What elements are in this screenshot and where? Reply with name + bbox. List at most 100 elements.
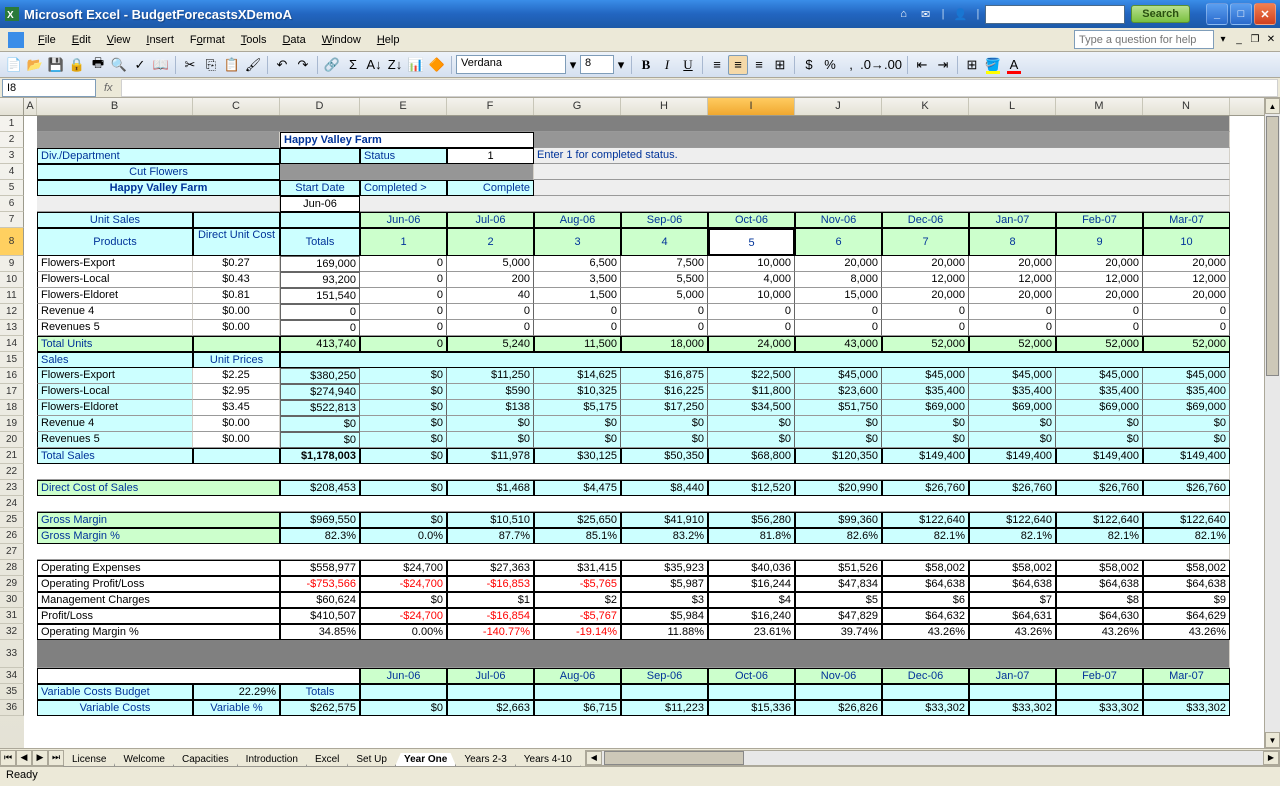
row-header[interactable]: 32: [0, 624, 24, 640]
font-selector[interactable]: Verdana: [456, 55, 566, 74]
cell[interactable]: [882, 684, 969, 700]
row-header[interactable]: 31: [0, 608, 24, 624]
cell[interactable]: 0: [882, 320, 969, 336]
cell[interactable]: [534, 132, 1230, 148]
column-header[interactable]: C: [193, 98, 280, 115]
cell[interactable]: Oct-06: [708, 668, 795, 684]
cell[interactable]: 5,000: [621, 288, 708, 304]
cell[interactable]: $969,550: [280, 512, 360, 528]
research-icon[interactable]: 📖: [151, 55, 171, 75]
cell[interactable]: $0: [795, 432, 882, 448]
cell[interactable]: [795, 684, 882, 700]
cell[interactable]: $8: [1056, 592, 1143, 608]
cell[interactable]: [1056, 684, 1143, 700]
sheet-tab[interactable]: Years 2-3: [455, 753, 515, 767]
cell[interactable]: $6,715: [534, 700, 621, 716]
cell[interactable]: Total Sales: [37, 448, 193, 464]
cell[interactable]: $33,302: [969, 700, 1056, 716]
tab-nav-last-icon[interactable]: ⏭: [48, 750, 64, 766]
scroll-right-icon[interactable]: ▶: [1263, 751, 1279, 765]
align-right-icon[interactable]: ≡: [749, 55, 769, 75]
cell[interactable]: 12,000: [969, 272, 1056, 288]
cell[interactable]: $24,700: [360, 560, 447, 576]
cell[interactable]: $138: [447, 400, 534, 416]
row-header[interactable]: 4: [0, 164, 24, 180]
cell[interactable]: $45,000: [795, 368, 882, 384]
cell[interactable]: $69,000: [882, 400, 969, 416]
cell[interactable]: $149,400: [1056, 448, 1143, 464]
cell[interactable]: Aug-06: [534, 668, 621, 684]
cell[interactable]: 0: [534, 320, 621, 336]
cell[interactable]: $2: [534, 592, 621, 608]
cell[interactable]: [37, 196, 280, 212]
cell[interactable]: $122,640: [882, 512, 969, 528]
cell[interactable]: 0: [795, 304, 882, 320]
cell[interactable]: $64,632: [882, 608, 969, 624]
column-header[interactable]: F: [447, 98, 534, 115]
cell[interactable]: Flowers-Eldoret: [37, 400, 193, 416]
cell[interactable]: [621, 684, 708, 700]
cell[interactable]: [969, 684, 1056, 700]
cell[interactable]: 24,000: [708, 336, 795, 352]
cell[interactable]: Sales: [37, 352, 193, 368]
cell[interactable]: $35,400: [1056, 384, 1143, 400]
row-header[interactable]: 18: [0, 400, 24, 416]
cell[interactable]: $14,625: [534, 368, 621, 384]
cell[interactable]: $60,624: [280, 592, 360, 608]
column-header[interactable]: L: [969, 98, 1056, 115]
cell[interactable]: Oct-06: [708, 212, 795, 228]
cut-icon[interactable]: ✂: [180, 55, 200, 75]
cell[interactable]: 3: [534, 228, 621, 256]
row-header[interactable]: 5: [0, 180, 24, 196]
cell[interactable]: -$5,765: [534, 576, 621, 592]
cell[interactable]: Jan-07: [969, 668, 1056, 684]
row-header[interactable]: 14: [0, 336, 24, 352]
inc-decimal-icon[interactable]: .0→: [862, 55, 882, 75]
cell[interactable]: Revenues 5: [37, 320, 193, 336]
paste-icon[interactable]: 📋: [222, 55, 242, 75]
cell[interactable]: $22,500: [708, 368, 795, 384]
cell[interactable]: Dec-06: [882, 668, 969, 684]
cell[interactable]: 82.1%: [969, 528, 1056, 544]
cell[interactable]: [534, 164, 1230, 180]
web-search-button[interactable]: Search: [1131, 5, 1190, 23]
cell[interactable]: 5: [708, 228, 795, 256]
cell[interactable]: 52,000: [969, 336, 1056, 352]
sheet-tab[interactable]: Capacities: [173, 753, 238, 767]
cell[interactable]: 0: [280, 304, 360, 320]
column-header[interactable]: E: [360, 98, 447, 115]
row-header[interactable]: 1: [0, 116, 24, 132]
cell[interactable]: $2.25: [193, 368, 280, 384]
cell[interactable]: $2.95: [193, 384, 280, 400]
cell[interactable]: $522,813: [280, 400, 360, 416]
cell[interactable]: Total Units: [37, 336, 193, 352]
preview-icon[interactable]: 🔍: [109, 55, 129, 75]
cell[interactable]: $0.00: [193, 416, 280, 432]
cell[interactable]: $5,175: [534, 400, 621, 416]
cell[interactable]: $5,987: [621, 576, 708, 592]
cell[interactable]: Gross Margin: [37, 512, 280, 528]
cell[interactable]: 23.61%: [708, 624, 795, 640]
cell[interactable]: Flowers-Local: [37, 384, 193, 400]
cell[interactable]: $45,000: [1056, 368, 1143, 384]
cell[interactable]: $12,520: [708, 480, 795, 496]
cell[interactable]: 0: [969, 304, 1056, 320]
row-header[interactable]: 12: [0, 304, 24, 320]
tab-nav-first-icon[interactable]: ⏮: [0, 750, 16, 766]
borders-icon[interactable]: ⊞: [962, 55, 982, 75]
cell[interactable]: Feb-07: [1056, 668, 1143, 684]
cell[interactable]: 5,000: [447, 256, 534, 272]
row-header[interactable]: 16: [0, 368, 24, 384]
cell[interactable]: 20,000: [969, 288, 1056, 304]
cell[interactable]: 413,740: [280, 336, 360, 352]
cell[interactable]: Jul-06: [447, 668, 534, 684]
cell[interactable]: Jun-06: [360, 668, 447, 684]
cell[interactable]: 43.26%: [969, 624, 1056, 640]
cell[interactable]: $41,910: [621, 512, 708, 528]
column-header[interactable]: D: [280, 98, 360, 115]
cell[interactable]: $120,350: [795, 448, 882, 464]
cell[interactable]: [280, 164, 534, 180]
mail-icon[interactable]: ✉: [916, 4, 936, 24]
cell[interactable]: 15,000: [795, 288, 882, 304]
vertical-scrollbar[interactable]: ▲ ▼: [1264, 98, 1280, 748]
